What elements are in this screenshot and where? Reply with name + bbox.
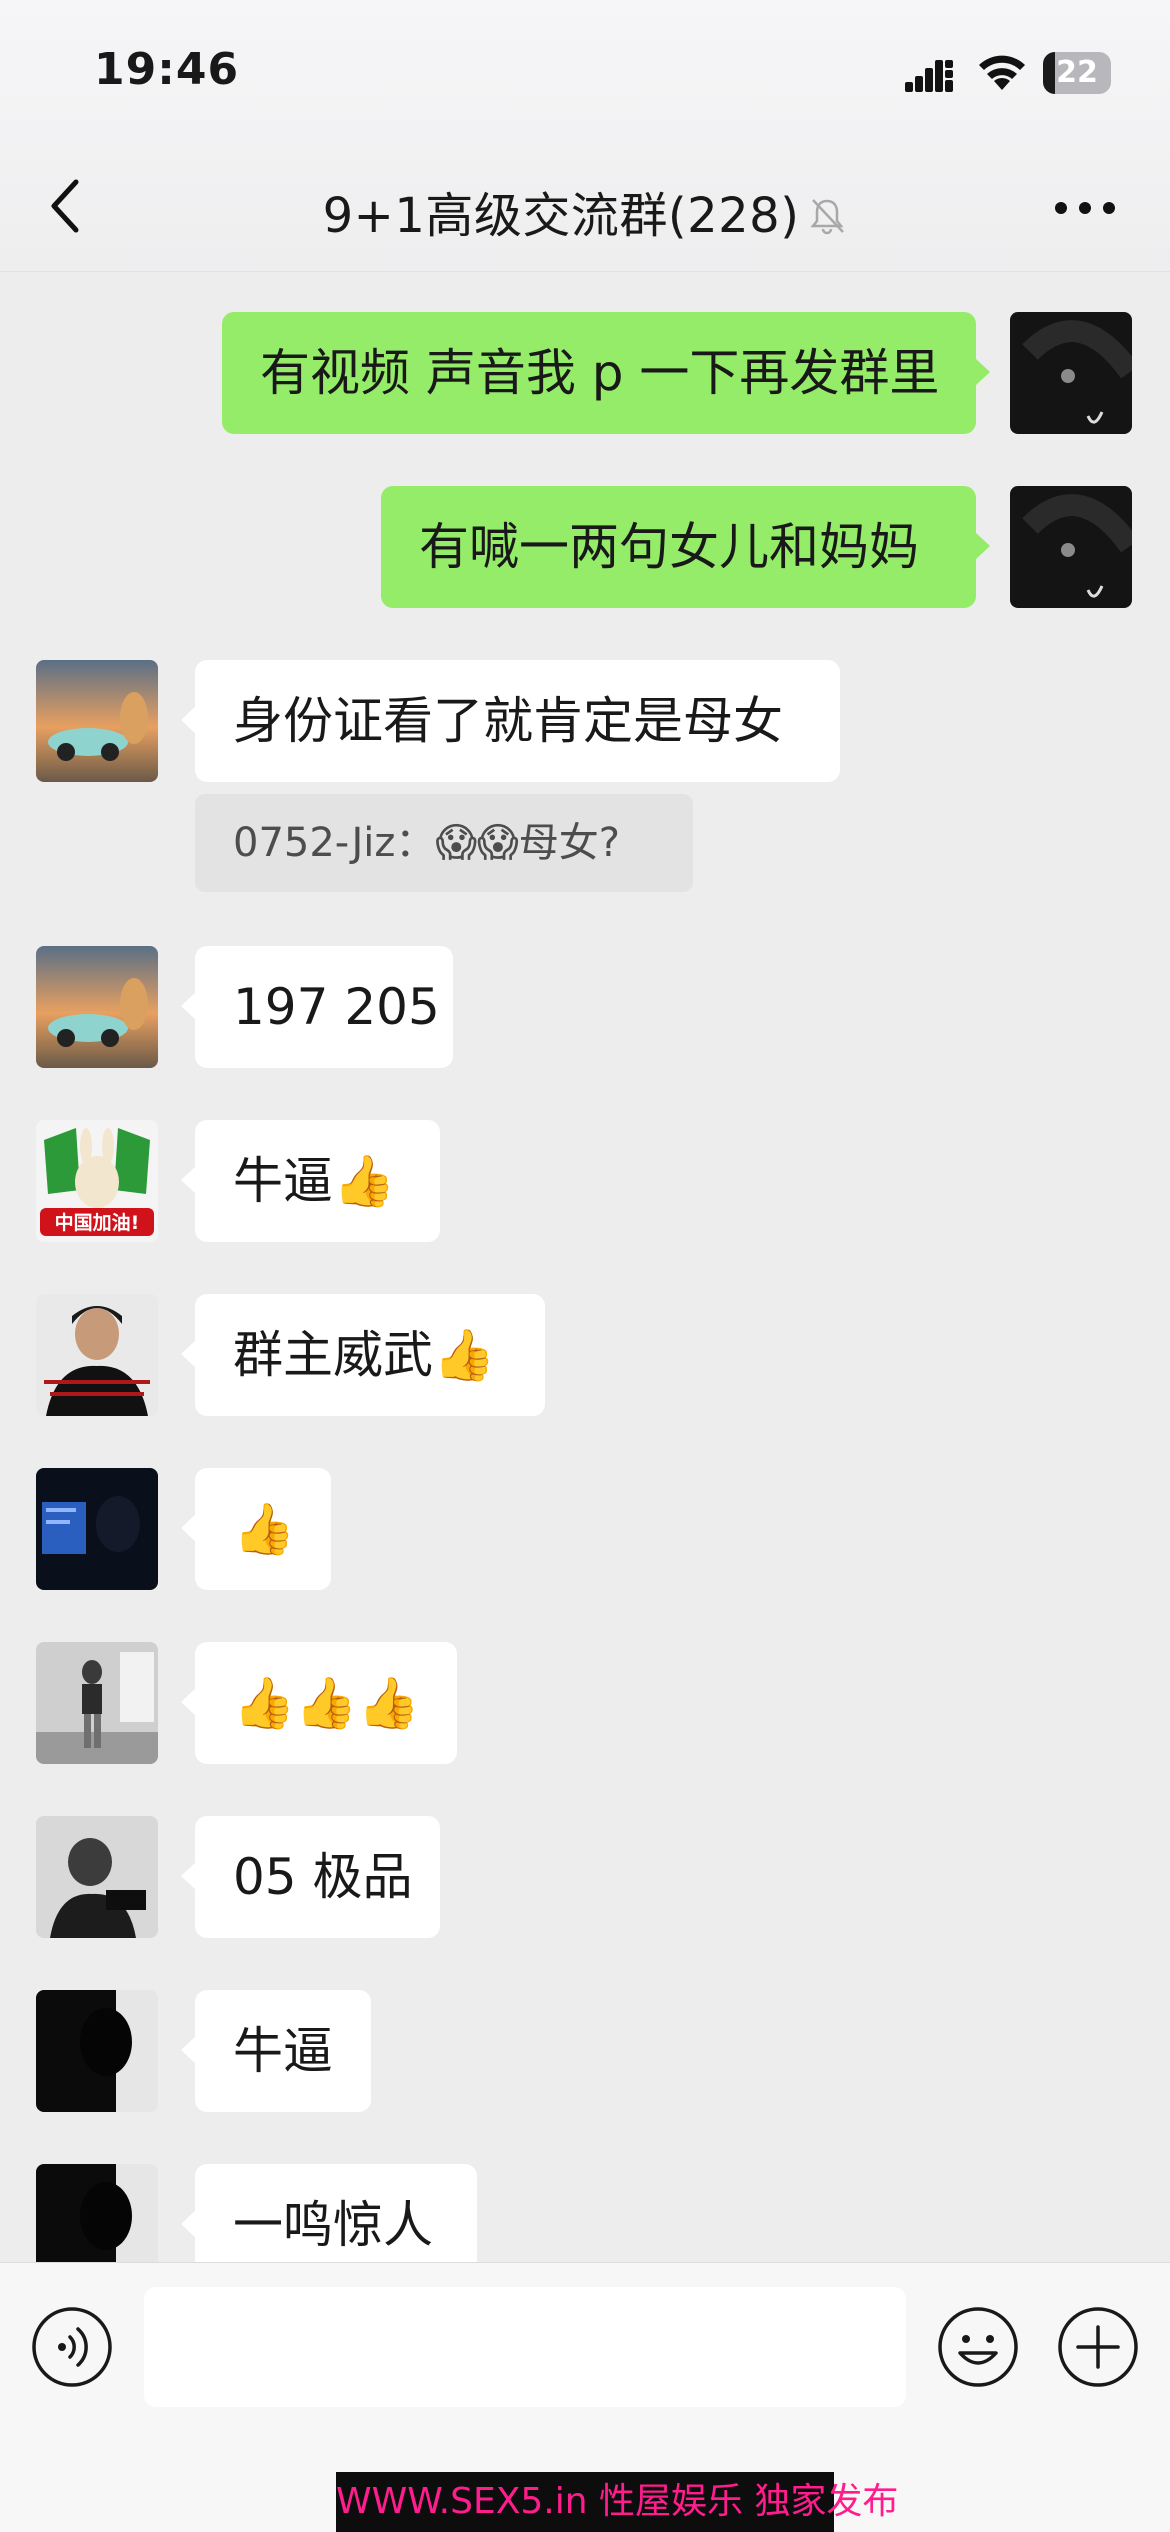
message-bubble-incoming[interactable]: 05 极品 [181, 1816, 440, 1938]
quoted-reply[interactable]: 0752-Jiz：😱😱母女? [195, 794, 693, 892]
voice-input-icon[interactable] [30, 2305, 114, 2389]
message-bubble-incoming[interactable]: 197 205 [181, 946, 453, 1068]
watermark-banner: WWW.SEX5.in 性屋娱乐 独家发布 [336, 2472, 898, 2532]
self-avatar[interactable] [1010, 312, 1132, 434]
message-bubble-incoming[interactable]: 身份证看了就肯定是母女 [181, 660, 840, 782]
member-avatar[interactable] [36, 946, 158, 1068]
chat-message-list[interactable]: 有视频 声音我 p 一下再发群里 有喊一两句女儿和妈妈 身份证看了就肯定是母女 … [0, 272, 1170, 2262]
add-attachment-icon[interactable] [1056, 2305, 1140, 2389]
message-bubble-incoming[interactable]: 👍👍👍 [181, 1642, 457, 1764]
group-name: 9+1高级交流群(228) [322, 188, 800, 244]
avatar-badge-text: 中国加油! [55, 1211, 140, 1234]
wifi-icon [979, 55, 1025, 90]
message-input[interactable] [144, 2287, 906, 2407]
member-avatar[interactable] [36, 1294, 158, 1416]
message-bubble-incoming[interactable]: 一鸣惊人 [181, 2164, 477, 2262]
more-options-icon[interactable] [1052, 196, 1118, 220]
emoji-icon[interactable] [936, 2305, 1020, 2389]
battery-indicator: 22 [1043, 52, 1111, 94]
member-avatar[interactable] [36, 660, 158, 782]
member-avatar[interactable]: 中国加油! [36, 1120, 158, 1242]
member-avatar[interactable] [36, 2164, 158, 2262]
message-bubble-outgoing[interactable]: 有喊一两句女儿和妈妈 [381, 486, 990, 608]
member-avatar[interactable] [36, 1468, 158, 1590]
message-bubble-incoming[interactable]: 群主威武👍 [181, 1294, 545, 1416]
chat-title: 9+1高级交流群(228) [0, 176, 1170, 246]
status-time: 19:46 [94, 44, 240, 95]
cellular-signal-icon [905, 60, 953, 92]
member-avatar[interactable] [36, 1642, 158, 1764]
message-bubble-incoming[interactable]: 👍 [181, 1468, 331, 1590]
message-bubble-incoming[interactable]: 牛逼👍 [181, 1120, 440, 1242]
message-bubble-incoming[interactable]: 牛逼 [181, 1990, 371, 2112]
self-avatar[interactable] [1010, 486, 1132, 608]
message-bubble-outgoing[interactable]: 有视频 声音我 p 一下再发群里 [222, 312, 990, 434]
mute-bell-icon [810, 199, 845, 235]
battery-level: 22 [1056, 55, 1098, 90]
member-avatar[interactable] [36, 1816, 158, 1938]
member-avatar[interactable] [36, 1990, 158, 2112]
top-bar: 19:46 22 9+1高级交流群(228) [0, 0, 1170, 272]
